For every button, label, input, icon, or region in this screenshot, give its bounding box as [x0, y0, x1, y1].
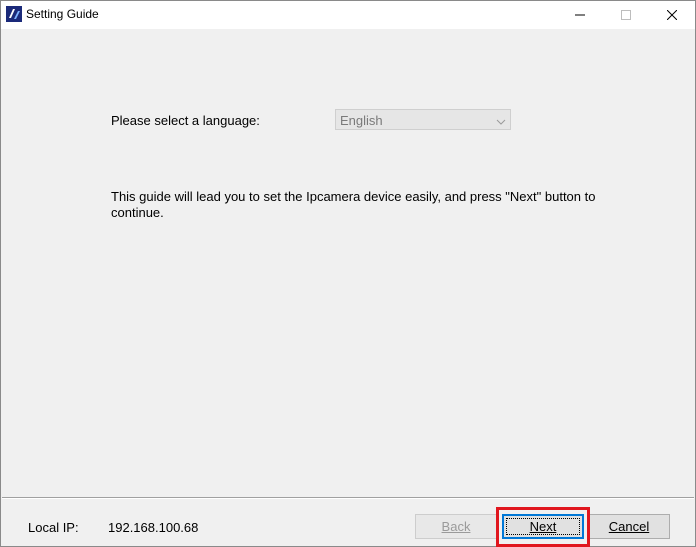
- window-title: Setting Guide: [26, 7, 99, 21]
- maximize-button[interactable]: [603, 1, 649, 29]
- back-button[interactable]: Back: [415, 514, 497, 539]
- local-ip-label: Local IP:: [28, 520, 79, 535]
- close-button[interactable]: [649, 1, 695, 29]
- next-button[interactable]: Next: [502, 514, 584, 539]
- language-select-value: English: [340, 113, 383, 128]
- setting-guide-window: Setting Guide Please select a language: …: [0, 0, 696, 547]
- close-icon: [666, 8, 678, 23]
- app-icon: [6, 6, 22, 22]
- chevron-down-icon: [496, 115, 506, 125]
- cancel-button[interactable]: Cancel: [588, 514, 670, 539]
- cancel-button-label: Cancel: [608, 519, 650, 534]
- minimize-button[interactable]: [557, 1, 603, 29]
- focus-indicator: [506, 518, 580, 535]
- guide-description: This guide will lead you to set the Ipca…: [111, 189, 596, 220]
- title-bar[interactable]: Setting Guide: [1, 1, 695, 29]
- local-ip-value: 192.168.100.68: [108, 520, 199, 535]
- back-button-label: Back: [441, 519, 471, 534]
- minimize-icon: [575, 8, 585, 23]
- language-select[interactable]: English: [335, 109, 511, 130]
- maximize-icon: [621, 8, 631, 23]
- language-label: Please select a language:: [111, 113, 260, 128]
- footer-divider: [2, 497, 694, 499]
